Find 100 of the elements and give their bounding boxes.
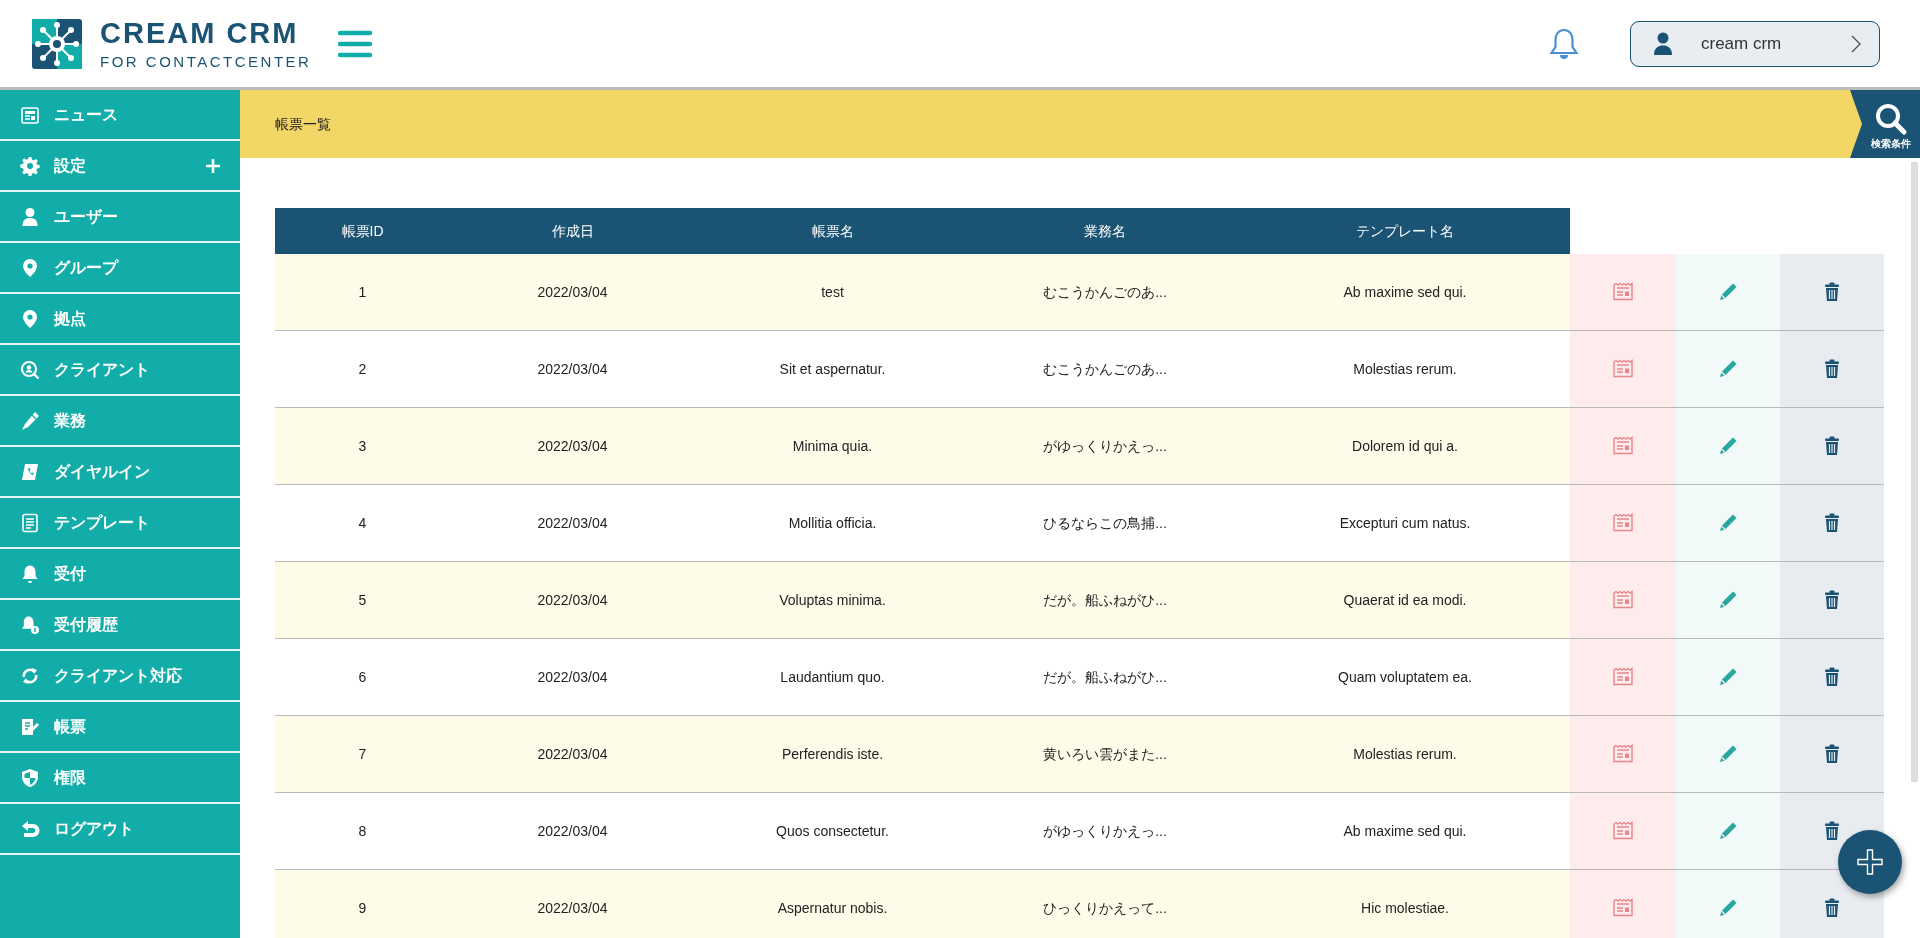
news-icon bbox=[1612, 513, 1634, 533]
pen-icon bbox=[20, 410, 40, 431]
sidebar-item[interactable]: グループ bbox=[0, 243, 240, 294]
sidebar-item[interactable]: テンプレート bbox=[0, 498, 240, 549]
table-cell: 2022/03/04 bbox=[450, 562, 695, 639]
table-cell: Voluptas minima. bbox=[695, 562, 970, 639]
gear-icon bbox=[20, 155, 40, 176]
news-icon bbox=[1612, 667, 1634, 687]
table-cell: 7 bbox=[275, 716, 450, 793]
search-conditions-button[interactable]: 検索条件 bbox=[1850, 90, 1920, 158]
shield-icon bbox=[20, 767, 40, 788]
search-icon bbox=[1874, 101, 1908, 136]
delete-button[interactable] bbox=[1822, 588, 1842, 612]
table-cell: 黄いろい雲がまた... bbox=[970, 716, 1240, 793]
return-arrow-icon bbox=[20, 818, 40, 839]
pencil-icon bbox=[1718, 359, 1738, 379]
table-cell: 2022/03/04 bbox=[450, 716, 695, 793]
pencil-icon bbox=[1718, 821, 1738, 841]
trash-icon bbox=[1824, 590, 1840, 610]
sync-icon bbox=[20, 665, 40, 686]
plus-icon bbox=[1857, 849, 1883, 875]
edit-document-icon bbox=[20, 716, 40, 737]
news-icon bbox=[1612, 821, 1634, 841]
delete-button[interactable] bbox=[1822, 665, 1842, 689]
trash-icon bbox=[1824, 359, 1840, 379]
sidebar-item[interactable]: ユーザー bbox=[0, 192, 240, 243]
sidebar-item[interactable]: 業務 bbox=[0, 396, 240, 447]
table-cell: 2022/03/04 bbox=[450, 870, 695, 938]
table-cell: 2022/03/04 bbox=[450, 408, 695, 485]
news-icon bbox=[1612, 590, 1634, 610]
table-cell: Minima quia. bbox=[695, 408, 970, 485]
table-cell: Quaerat id ea modi. bbox=[1240, 562, 1570, 639]
sidebar-item[interactable]: クライアント対応 bbox=[0, 651, 240, 702]
table-cell: がゆっくりかえっ... bbox=[970, 408, 1240, 485]
table-cell: Aspernatur nobis. bbox=[695, 870, 970, 938]
table-cell: 2022/03/04 bbox=[450, 254, 695, 331]
pencil-icon bbox=[1718, 513, 1738, 533]
person-search-icon bbox=[20, 359, 40, 380]
table-cell: 1 bbox=[275, 254, 450, 331]
delete-button[interactable] bbox=[1822, 511, 1842, 535]
pencil-icon bbox=[1718, 590, 1738, 610]
page-title: 帳票一覧 bbox=[275, 114, 331, 134]
sidebar-item[interactable]: ログアウト bbox=[0, 804, 240, 855]
table-cell: 5 bbox=[275, 562, 450, 639]
news-icon bbox=[20, 104, 40, 125]
person-icon bbox=[20, 206, 40, 227]
logo-icon bbox=[30, 16, 84, 71]
sidebar-item[interactable]: 権限 bbox=[0, 753, 240, 804]
map-pin-icon bbox=[20, 257, 40, 278]
trash-icon bbox=[1824, 436, 1840, 456]
table-cell: ひっくりかえって... bbox=[970, 870, 1240, 938]
trash-icon bbox=[1824, 667, 1840, 687]
sidebar-item[interactable]: 設定 bbox=[0, 141, 240, 192]
delete-button[interactable] bbox=[1822, 434, 1842, 458]
table-cell: だが。船ふねがひ... bbox=[970, 562, 1240, 639]
trash-icon bbox=[1824, 898, 1840, 918]
table-cell: Hic molestiae. bbox=[1240, 870, 1570, 938]
scrollbar[interactable] bbox=[1911, 162, 1918, 782]
document-icon bbox=[20, 512, 40, 533]
delete-button[interactable] bbox=[1822, 819, 1842, 843]
sidebar-item[interactable]: 受付履歴 bbox=[0, 600, 240, 651]
trash-icon bbox=[1824, 513, 1840, 533]
news-icon bbox=[1612, 282, 1634, 302]
delete-button[interactable] bbox=[1822, 357, 1842, 381]
pencil-icon bbox=[1718, 282, 1738, 302]
news-icon bbox=[1612, 898, 1634, 918]
trash-icon bbox=[1824, 282, 1840, 302]
pencil-icon bbox=[1718, 436, 1738, 456]
logo-title: CREAM CRM bbox=[100, 18, 300, 48]
trash-icon bbox=[1824, 744, 1840, 764]
chevron-right-icon bbox=[1851, 35, 1861, 54]
sidebar-item[interactable]: 拠点 bbox=[0, 294, 240, 345]
user-icon bbox=[1653, 31, 1673, 56]
news-icon bbox=[1612, 436, 1634, 456]
user-menu-button[interactable]: cream crm bbox=[1630, 20, 1880, 67]
table-cell: test bbox=[695, 254, 970, 331]
bell-icon bbox=[20, 563, 40, 584]
table-cell: 3 bbox=[275, 408, 450, 485]
table-cell: むこうかんごのあ... bbox=[970, 254, 1240, 331]
phone-book-icon bbox=[20, 461, 40, 482]
table-cell: Dolorem id qui a. bbox=[1240, 408, 1570, 485]
logo-subtitle: FOR CONTACTCENTER bbox=[100, 53, 312, 69]
table-cell: Ab maxime sed qui. bbox=[1240, 254, 1570, 331]
sidebar-item[interactable]: ダイヤルイン bbox=[0, 447, 240, 498]
bell-badge-icon bbox=[20, 614, 40, 635]
news-icon bbox=[1612, 744, 1634, 764]
delete-button[interactable] bbox=[1822, 742, 1842, 766]
trash-icon bbox=[1824, 821, 1840, 841]
map-pin-icon bbox=[20, 308, 40, 329]
sidebar-item[interactable]: 受付 bbox=[0, 549, 240, 600]
pencil-icon bbox=[1718, 744, 1738, 764]
table-cell: Perferendis iste. bbox=[695, 716, 970, 793]
sidebar-item[interactable]: クライアント bbox=[0, 345, 240, 396]
delete-button[interactable] bbox=[1822, 280, 1842, 304]
table-cell: Molestias rerum. bbox=[1240, 716, 1570, 793]
pencil-icon bbox=[1718, 667, 1738, 687]
news-icon bbox=[1612, 359, 1634, 379]
sidebar-item[interactable]: 帳票 bbox=[0, 702, 240, 753]
delete-button[interactable] bbox=[1822, 896, 1842, 920]
table-cell: 9 bbox=[275, 870, 450, 938]
